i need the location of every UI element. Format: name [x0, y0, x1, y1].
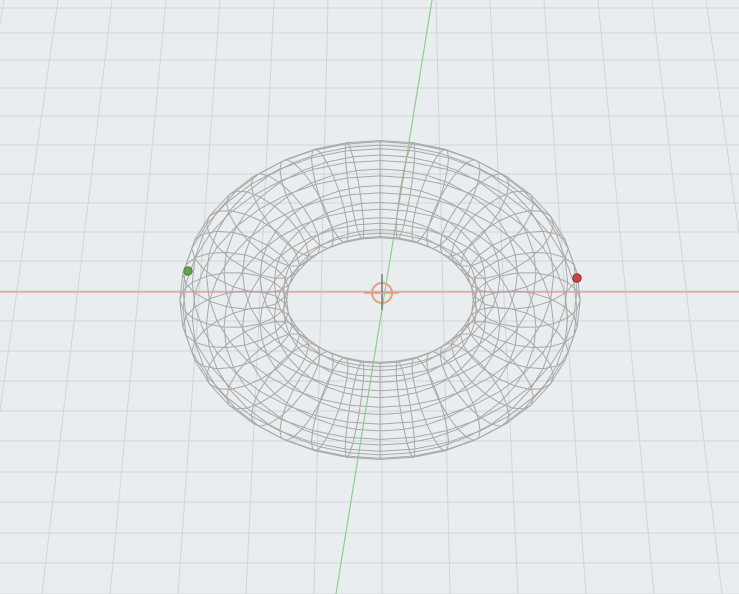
red-vertex-marker[interactable] [572, 273, 582, 283]
3d-viewport[interactable] [0, 0, 739, 594]
viewport-canvas[interactable] [0, 0, 739, 594]
green-vertex-marker[interactable] [183, 266, 193, 276]
viewport-background [0, 0, 739, 594]
